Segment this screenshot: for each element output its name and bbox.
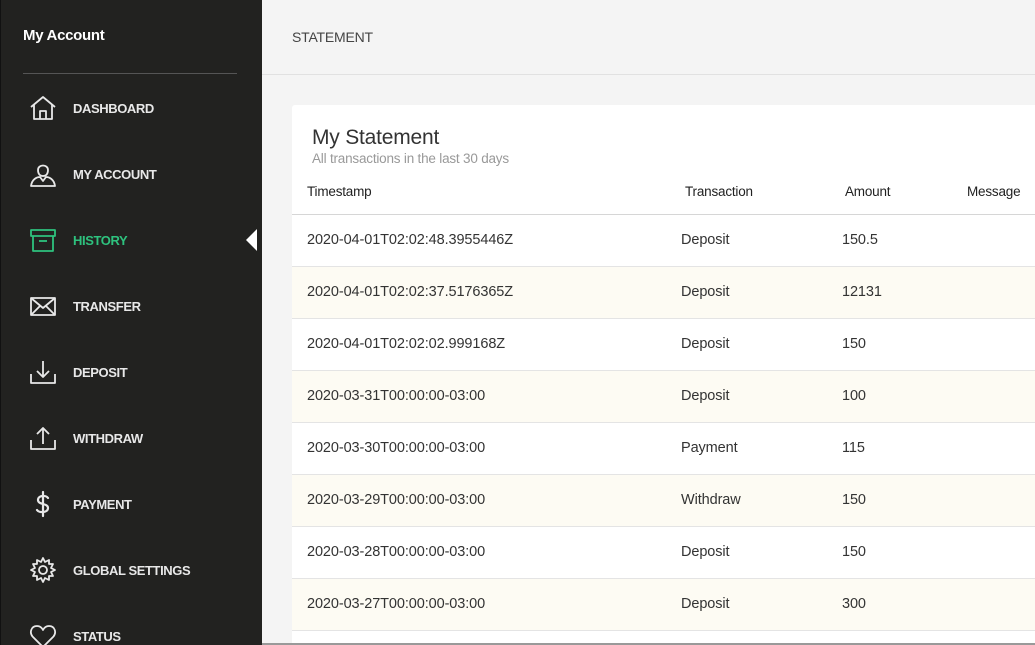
table-body: 2020-04-01T02:02:48.3955446Z Deposit 150… [292,215,1035,631]
column-header-message[interactable]: Message [967,184,1021,199]
sidebar-item-label: PAYMENT [73,496,132,512]
cell-transaction: Deposit [681,232,730,248]
cell-transaction: Withdraw [681,492,741,508]
upload-icon [27,422,59,454]
cell-transaction: Payment [681,440,738,456]
sidebar-item-history[interactable]: HISTORY [1,215,262,265]
cell-transaction: Deposit [681,596,730,612]
cell-amount: 12131 [842,284,882,300]
table-row[interactable]: 2020-03-31T00:00:00-03:00 Deposit 100 [292,371,1035,423]
page-title: STATEMENT [292,29,373,45]
gear-icon [27,554,59,586]
dollar-icon [27,488,59,520]
cell-amount: 100 [842,388,866,404]
sidebar-item-label: STATUS [73,628,121,644]
archive-icon [27,224,59,256]
heart-icon [27,620,59,645]
table-row[interactable]: 2020-03-29T00:00:00-03:00 Withdraw 150 [292,475,1035,527]
cell-amount: 150.5 [842,232,878,248]
sidebar-item-global-settings[interactable]: GLOBAL SETTINGS [1,545,262,595]
sidebar-item-deposit[interactable]: DEPOSIT [1,347,262,397]
cell-transaction: Deposit [681,284,730,300]
table-row[interactable]: 2020-04-01T02:02:48.3955446Z Deposit 150… [292,215,1035,267]
column-header-timestamp[interactable]: Timestamp [307,184,372,199]
cell-timestamp: 2020-03-29T00:00:00-03:00 [307,492,486,508]
active-indicator [246,229,257,251]
sidebar-item-label: DASHBOARD [73,100,154,116]
table-row[interactable]: 2020-03-27T00:00:00-03:00 Deposit 300 [292,579,1035,631]
table-row[interactable]: 2020-03-28T00:00:00-03:00 Deposit 150 [292,527,1035,579]
cell-transaction: Deposit [681,388,730,404]
cell-timestamp: 2020-03-31T00:00:00-03:00 [307,388,486,404]
cell-transaction: Deposit [681,544,730,560]
cell-timestamp: 2020-04-01T02:02:37.5176365Z [307,284,514,300]
sidebar-item-dashboard[interactable]: DASHBOARD [1,83,262,133]
column-header-amount[interactable]: Amount [845,184,891,199]
top-bar: STATEMENT [262,0,1035,75]
sidebar-item-transfer[interactable]: TRANSFER [1,281,262,331]
cell-amount: 150 [842,544,866,560]
home-icon [27,92,59,124]
column-header-transaction[interactable]: Transaction [685,184,753,199]
table-row[interactable]: 2020-04-01T02:02:02.999168Z Deposit 150 [292,319,1035,371]
sidebar-item-label: DEPOSIT [73,364,128,380]
divider [23,73,237,74]
download-icon [27,356,59,388]
sidebar-item-label: HISTORY [73,232,128,248]
sidebar-item-label: MY ACCOUNT [73,166,157,182]
cell-timestamp: 2020-03-28T00:00:00-03:00 [307,544,486,560]
cell-timestamp: 2020-04-01T02:02:02.999168Z [307,336,506,352]
statement-subtitle: All transactions in the last 30 days [312,151,509,166]
table-row[interactable]: 2020-03-30T00:00:00-03:00 Payment 115 [292,423,1035,475]
sidebar-item-payment[interactable]: PAYMENT [1,479,262,529]
user-icon [27,158,59,190]
sidebar-item-withdraw[interactable]: WITHDRAW [1,413,262,463]
cell-transaction: Deposit [681,336,730,352]
sidebar-item-label: TRANSFER [73,298,141,314]
cell-amount: 150 [842,336,866,352]
cell-timestamp: 2020-03-27T00:00:00-03:00 [307,596,486,612]
brand-title: My Account [23,27,105,44]
table-row[interactable]: 2020-04-01T02:02:37.5176365Z Deposit 121… [292,267,1035,319]
cell-amount: 300 [842,596,866,612]
table-header: Timestamp Transaction Amount Message [292,176,1035,215]
sidebar-item-label: WITHDRAW [73,430,143,446]
sidebar-item-status[interactable]: STATUS [1,611,262,645]
sidebar-item-label: GLOBAL SETTINGS [73,562,191,578]
envelope-icon [27,290,59,322]
cell-amount: 115 [842,440,865,456]
sidebar: My Account DASHBOARD MY ACCOUNT HISTORY … [0,0,262,645]
sidebar-item-my-account[interactable]: MY ACCOUNT [1,149,262,199]
cell-timestamp: 2020-03-30T00:00:00-03:00 [307,440,486,456]
statement-card: My Statement All transactions in the las… [292,105,1035,645]
cell-timestamp: 2020-04-01T02:02:48.3955446Z [307,232,514,248]
statement-title: My Statement [312,126,440,149]
cell-amount: 150 [842,492,866,508]
